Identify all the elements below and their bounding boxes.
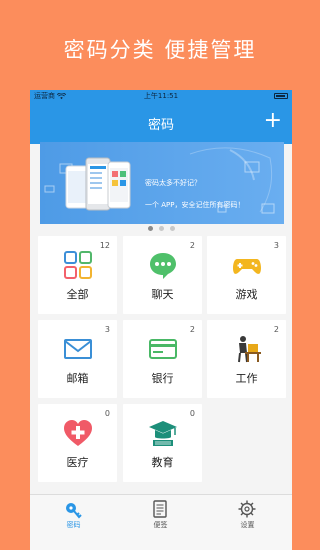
tab-settings[interactable]: 设置 [204, 495, 291, 535]
category-label: 游戏 [235, 288, 258, 301]
category-mail[interactable]: 3 邮箱 [38, 320, 117, 398]
page-title: 密码 [147, 117, 174, 133]
key-icon [66, 503, 82, 519]
category-label: 邮箱 [66, 372, 89, 385]
phone-screen: 运营商 上午11:51 密码 + 密码太多不好记？ 一个 APP，安全记住所有密… [30, 90, 292, 550]
add-button[interactable]: + [264, 108, 282, 134]
medical-icon [64, 420, 92, 446]
category-all[interactable]: 12 全部 [38, 236, 117, 314]
category-count: 12 [99, 241, 110, 250]
category-count: 0 [104, 409, 110, 418]
chat-icon [150, 253, 176, 279]
category-count: 2 [189, 241, 195, 250]
gamepad-icon [233, 259, 261, 274]
category-count: 0 [189, 409, 195, 418]
category-work[interactable]: 2 工作 [207, 320, 286, 398]
category-games[interactable]: 3 游戏 [207, 236, 286, 314]
mail-icon [64, 339, 92, 359]
category-medical[interactable]: 0 医疗 [38, 404, 117, 482]
banner-line-2: 一个 APP，安全记住所有密码！ [145, 201, 245, 209]
grid-icon [64, 251, 92, 279]
work-icon [238, 336, 261, 363]
tab-label: 设置 [240, 521, 255, 529]
tab-notes[interactable]: 便签 [117, 495, 204, 535]
battery-icon [274, 93, 288, 99]
tab-label: 便签 [153, 521, 168, 529]
category-chat[interactable]: 2 聊天 [123, 236, 202, 314]
bank-card-icon [149, 339, 177, 359]
tab-password[interactable]: 密码 [30, 495, 117, 535]
category-label: 医疗 [66, 456, 89, 469]
education-icon [149, 421, 177, 446]
note-icon [153, 500, 167, 518]
promo-title: 密码分类 便捷管理 [63, 38, 257, 62]
category-label: 银行 [151, 372, 174, 385]
tab-label: 密码 [66, 521, 81, 529]
category-count: 3 [273, 241, 279, 250]
gear-icon [238, 500, 256, 518]
banner-text: 密码太多不好记？ 一个 APP，安全记住所有密码！ [145, 172, 244, 216]
page-dot[interactable] [169, 226, 175, 231]
category-label: 聊天 [151, 288, 174, 301]
tab-bar: 密码 便签 设置 [30, 494, 292, 550]
category-label: 工作 [235, 372, 258, 385]
nav-bar: 密码 + [30, 102, 292, 144]
page-dot[interactable] [147, 226, 153, 231]
category-label: 全部 [66, 288, 89, 301]
category-bank[interactable]: 2 银行 [123, 320, 202, 398]
category-count: 3 [104, 325, 110, 334]
banner-pagination [30, 226, 292, 231]
category-education[interactable]: 0 教育 [123, 404, 202, 482]
promo-banner[interactable]: 密码太多不好记？ 一个 APP，安全记住所有密码！ [40, 142, 284, 224]
status-bar: 运营商 上午11:51 [30, 90, 292, 102]
page-dot[interactable] [158, 226, 164, 231]
status-time: 上午11:51 [143, 92, 179, 100]
category-label: 教育 [151, 456, 174, 469]
category-count: 2 [273, 325, 279, 334]
category-count: 2 [189, 325, 195, 334]
banner-line-1: 密码太多不好记？ [145, 179, 201, 187]
